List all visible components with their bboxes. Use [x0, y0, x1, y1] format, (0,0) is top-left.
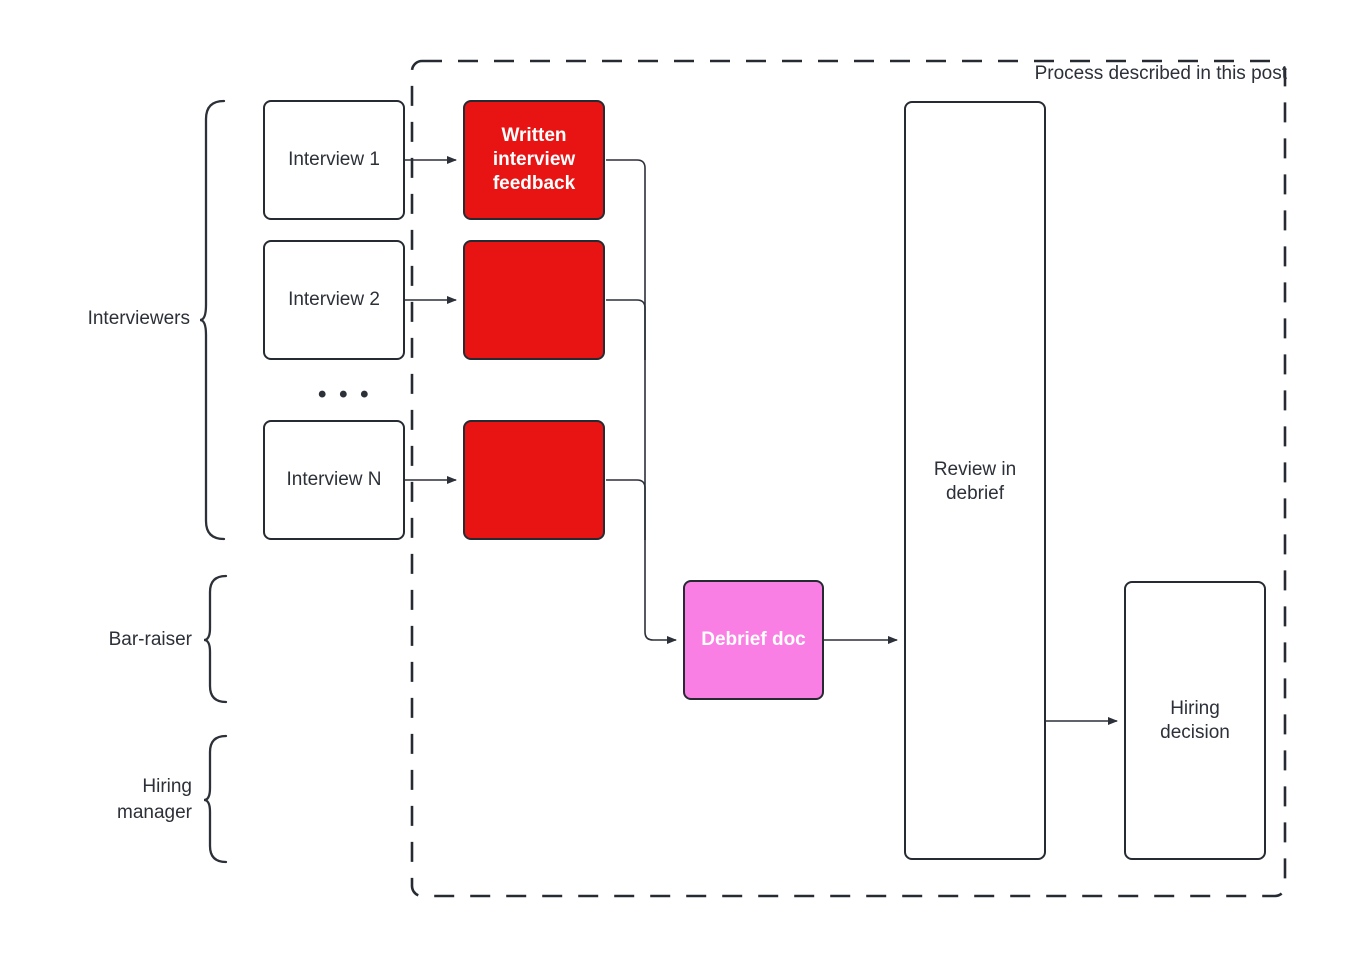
group-label-hiring-manager: Hiring manager: [117, 776, 192, 823]
node-interview-1-label: Interview 1: [288, 149, 380, 171]
node-hiring-decision-label: Hiring decision: [1160, 698, 1230, 743]
node-interview-1[interactable]: Interview 1: [263, 100, 405, 220]
node-debrief-doc-label: Debrief doc: [701, 629, 806, 651]
brace-interviewers: [199, 99, 226, 541]
node-written-interview-feedback-n[interactable]: [463, 420, 605, 540]
node-review-in-debrief-label: Review in debrief: [933, 459, 1017, 504]
edge-feedbackN-debrief: [606, 479, 646, 540]
ellipsis-indicator: • • •: [318, 381, 372, 408]
node-interview-n[interactable]: Interview N: [263, 420, 405, 540]
diagram-canvas: Process described in this post Interview…: [0, 0, 1345, 962]
node-written-interview-feedback-1[interactable]: Written interview feedback: [463, 100, 605, 220]
group-label-bar-raiser: Bar-raiser: [108, 629, 192, 650]
node-written-interview-feedback-2[interactable]: [463, 240, 605, 360]
brace-bar-raiser: [203, 574, 228, 704]
process-boundary-label: Process described in this post: [1034, 63, 1287, 84]
node-interview-n-label: Interview N: [286, 469, 382, 491]
edge-feedback2-debrief: [606, 299, 646, 360]
group-label-interviewers: Interviewers: [87, 308, 190, 329]
node-review-in-debrief[interactable]: Review in debrief: [904, 101, 1046, 860]
node-hiring-decision[interactable]: Hiring decision: [1124, 581, 1266, 860]
edge-feedback1-debrief: [606, 159, 677, 644]
node-interview-2[interactable]: Interview 2: [263, 240, 405, 360]
node-debrief-doc[interactable]: Debrief doc: [683, 580, 824, 700]
node-interview-2-label: Interview 2: [288, 289, 380, 311]
node-written-interview-feedback-1-label: Written interview feedback: [492, 125, 576, 194]
brace-hiring-manager: [203, 734, 228, 864]
